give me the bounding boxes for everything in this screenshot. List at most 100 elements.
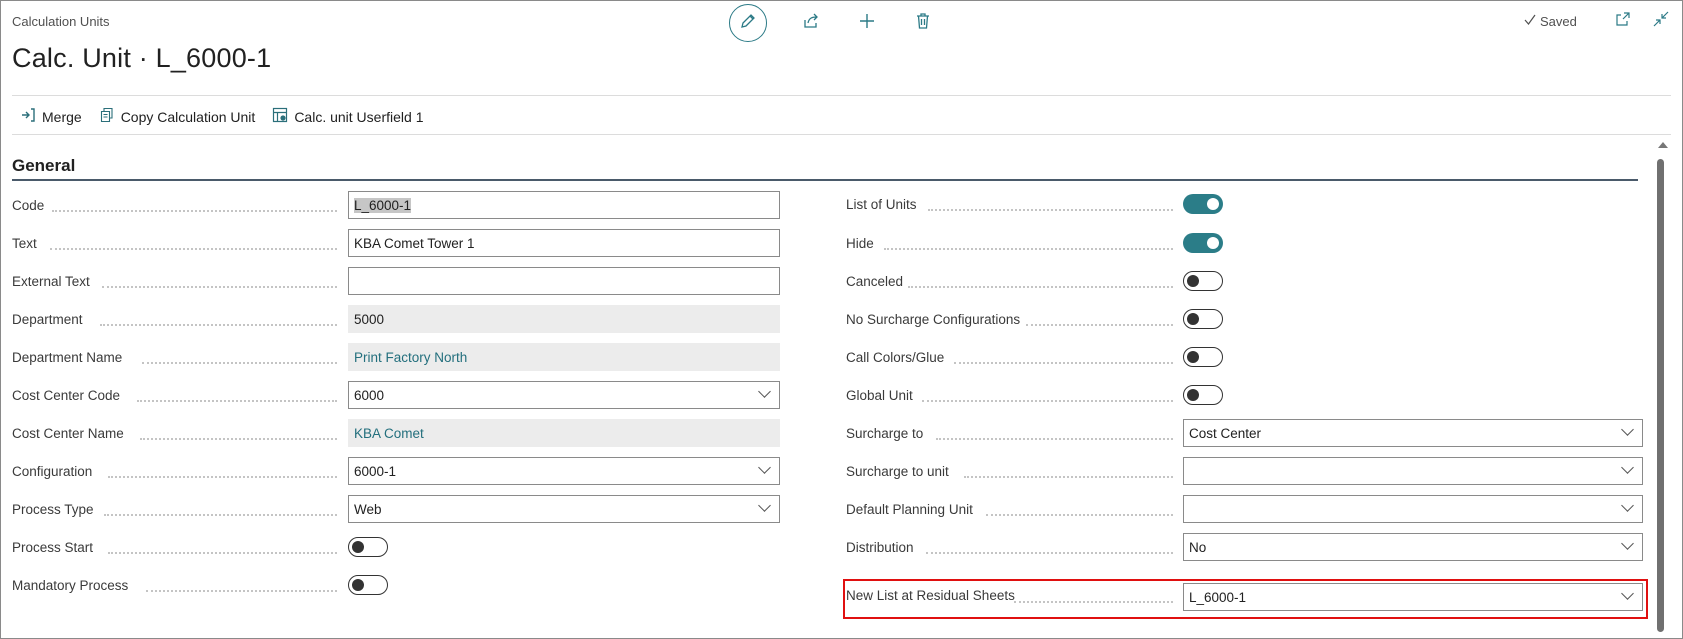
field-label: List of Units (846, 197, 917, 212)
field-label: External Text (12, 274, 90, 289)
dotted-leader (928, 209, 1173, 211)
chevron-down-icon (1621, 461, 1634, 474)
merge-icon (20, 107, 36, 126)
distribution-row: Distribution No (846, 533, 1646, 563)
no-surcharge-configurations-toggle[interactable] (1183, 309, 1223, 329)
process-type-value: Web (354, 502, 382, 517)
field-label: Mandatory Process (12, 578, 129, 593)
field-label: Canceled (846, 274, 904, 289)
scroll-up-icon[interactable] (1658, 142, 1668, 148)
highlight-box (843, 579, 1648, 619)
field-label: Process Start (12, 540, 94, 555)
chevron-down-icon (1621, 537, 1634, 550)
copy-calculation-unit-action[interactable]: Copy Calculation Unit (99, 107, 255, 126)
default-planning-unit-select[interactable] (1183, 495, 1643, 523)
open-in-new-window-icon (1615, 11, 1631, 32)
distribution-select[interactable]: No (1183, 533, 1643, 561)
department-name-row: Department Name Print Factory North (12, 343, 780, 373)
userfield-action[interactable]: Calc. unit Userfield 1 (272, 107, 423, 126)
section-underline (12, 179, 1638, 181)
field-label: Department Name (12, 350, 123, 365)
page-frame: Calculation Units Calc. Unit · L_6000-1 (0, 0, 1683, 639)
section-title[interactable]: General (12, 156, 75, 176)
surcharge-to-row: Surcharge to Cost Center (846, 419, 1646, 449)
field-label: Cost Center Name (12, 426, 124, 441)
toggle-knob (1187, 389, 1199, 401)
call-colors-glue-row: Call Colors/Glue (846, 343, 1646, 373)
breadcrumb[interactable]: Calculation Units (12, 14, 110, 29)
cost-center-code-value: 6000 (354, 388, 385, 403)
action-bar: Merge Copy Calculation Unit Calc. unit U… (20, 107, 440, 126)
field-label: No Surcharge Configurations (846, 312, 1021, 327)
cost-center-code-row: Cost Center Code 6000 (12, 381, 780, 411)
cost-center-code-select[interactable]: 6000 (348, 381, 780, 409)
canceled-toggle[interactable] (1183, 271, 1223, 291)
merge-label: Merge (42, 108, 82, 125)
dotted-leader (52, 210, 337, 212)
surcharge-to-unit-row: Surcharge to unit (846, 457, 1646, 487)
scrollbar-thumb[interactable] (1657, 159, 1664, 632)
page-title: Calc. Unit · L_6000-1 (12, 43, 272, 73)
checkmark-icon (1523, 13, 1537, 30)
dotted-leader (964, 476, 1173, 478)
code-field[interactable]: L_6000-1 (348, 191, 780, 219)
edit-button[interactable] (729, 4, 767, 42)
department-name-field[interactable]: Print Factory North (348, 343, 780, 371)
list-of-units-row: List of Units (846, 194, 1646, 231)
merge-action[interactable]: Merge (20, 107, 82, 126)
default-planning-unit-row: Default Planning Unit (846, 495, 1646, 525)
mandatory-process-row: Mandatory Process (12, 571, 772, 601)
field-label: Process Type (12, 502, 94, 517)
toggle-knob (352, 579, 364, 591)
process-type-select[interactable]: Web (348, 495, 780, 523)
chevron-down-icon (758, 461, 771, 474)
dotted-leader (50, 248, 337, 250)
field-label: Cost Center Code (12, 388, 121, 403)
saved-status: Saved (1523, 13, 1577, 30)
external-text-field[interactable] (348, 267, 780, 295)
department-row: Department 5000 (12, 305, 780, 335)
dotted-leader (108, 552, 337, 554)
chevron-down-icon (1621, 499, 1634, 512)
open-in-new-window-button[interactable] (1613, 11, 1633, 31)
field-label: Configuration (12, 464, 93, 479)
chevron-down-icon (758, 499, 771, 512)
share-button[interactable] (799, 11, 823, 35)
department-name-value: Print Factory North (354, 350, 468, 365)
configuration-select[interactable]: 6000-1 (348, 457, 780, 485)
field-label: Surcharge to (846, 426, 924, 441)
text-field[interactable]: KBA Comet Tower 1 (348, 229, 780, 257)
surcharge-to-select[interactable]: Cost Center (1183, 419, 1643, 447)
distribution-value: No (1189, 540, 1207, 555)
dotted-leader (922, 400, 1173, 402)
global-unit-toggle[interactable] (1183, 385, 1223, 405)
configuration-value: 6000-1 (354, 464, 397, 479)
dotted-leader (108, 476, 337, 478)
dotted-leader (926, 552, 1173, 554)
external-text-row: External Text (12, 267, 780, 297)
dotted-leader (142, 362, 337, 364)
hide-toggle[interactable] (1183, 233, 1223, 253)
cost-center-name-value: KBA Comet (354, 426, 424, 441)
copy-icon (99, 107, 115, 126)
process-start-toggle[interactable] (348, 537, 388, 557)
cost-center-name-field[interactable]: KBA Comet (348, 419, 780, 447)
mandatory-process-toggle[interactable] (348, 575, 388, 595)
delete-button[interactable] (911, 11, 935, 35)
collapse-button[interactable] (1651, 11, 1671, 31)
list-of-units-toggle[interactable] (1183, 194, 1223, 214)
canceled-row: Canceled (846, 267, 1646, 297)
new-button[interactable] (855, 11, 879, 35)
collapse-icon (1653, 11, 1669, 32)
field-label: Hide (846, 236, 874, 251)
dotted-leader (146, 590, 337, 592)
global-unit-row: Global Unit (846, 381, 1646, 411)
toggle-knob (1207, 237, 1219, 249)
surcharge-to-unit-select[interactable] (1183, 457, 1643, 485)
field-label: Distribution (846, 540, 914, 555)
field-label: Surcharge to unit (846, 464, 949, 479)
field-label: Code (12, 198, 45, 213)
code-row: Code L_6000-1 (12, 191, 780, 221)
field-label: Call Colors/Glue (846, 350, 945, 365)
call-colors-glue-toggle[interactable] (1183, 347, 1223, 367)
